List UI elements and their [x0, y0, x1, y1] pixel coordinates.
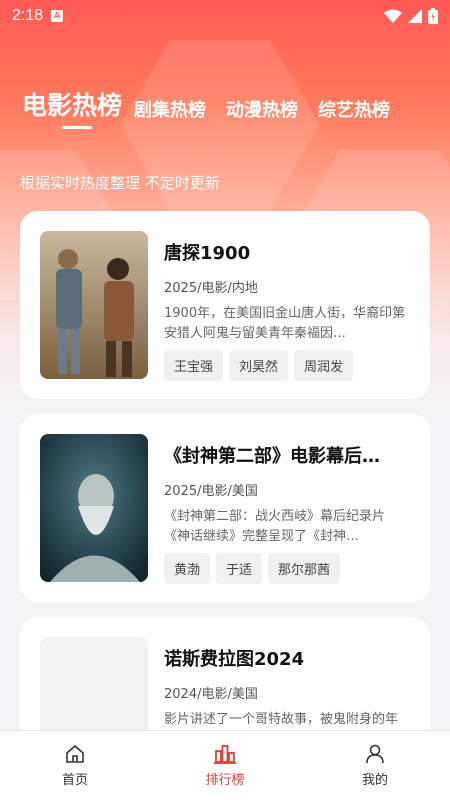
card-meta: 2025/电影/美国: [164, 484, 258, 499]
card-title: 诺斯费拉图2024: [164, 649, 305, 670]
wifi-icon: [384, 9, 402, 23]
card-title: 《封神第二部》电影幕后…: [164, 446, 380, 467]
user-icon: [366, 744, 384, 764]
cast-tag[interactable]: 刘昊然: [229, 350, 289, 381]
card-body: 《封神第二部》电影幕后… 2025/电影/美国 《封神第二部：战火西岐》幕后纪录…: [164, 442, 410, 584]
nav-label: 首页: [61, 773, 88, 788]
tab-label: 综艺热榜: [318, 100, 391, 121]
home-icon: [66, 745, 84, 763]
chart-icon: [214, 745, 236, 764]
tab-label: 电影热榜: [22, 91, 123, 120]
card-title: 唐探1900: [164, 243, 251, 264]
status-bar: 2:18 A: [0, 0, 450, 32]
nav-home[interactable]: 首页: [0, 731, 150, 800]
poster-image: [40, 231, 148, 379]
tab-series[interactable]: 剧集热榜: [134, 96, 206, 122]
battery-icon: [428, 8, 438, 24]
card-meta: 2025/电影/内地: [164, 281, 258, 296]
card-description: 《封神第二部：战火西岐》幕后纪录片《神话继续》完整呈现了《封神…: [164, 509, 386, 544]
nav-label: 排行榜: [205, 773, 245, 788]
nav-profile[interactable]: 我的: [300, 731, 450, 800]
list-subtitle: 根据实时热度整理 不定时更新: [20, 174, 220, 192]
ranking-card[interactable]: 唐探1900 2025/电影/内地 1900年，在美国旧金山唐人街，华裔印第安猎…: [20, 211, 430, 399]
signal-icon: [408, 9, 422, 23]
cast-tag[interactable]: 黄渤: [164, 553, 211, 584]
tab-anime[interactable]: 动漫热榜: [226, 96, 298, 122]
tab-label: 动漫热榜: [226, 100, 299, 121]
tab-label: 剧集热榜: [134, 100, 207, 121]
card-body: 唐探1900 2025/电影/内地 1900年，在美国旧金山唐人街，华裔印第安猎…: [164, 239, 410, 381]
tab-active-indicator: [62, 126, 92, 129]
notification-icon: A: [51, 10, 64, 22]
status-time: 2:18: [12, 7, 44, 24]
cast-tag[interactable]: 周润发: [294, 350, 354, 381]
card-meta: 2024/电影/美国: [164, 687, 258, 702]
cast-tag[interactable]: 于适: [216, 553, 263, 584]
tab-movie[interactable]: 电影热榜: [22, 86, 123, 129]
ranking-card[interactable]: 《封神第二部》电影幕后… 2025/电影/美国 《封神第二部：战火西岐》幕后纪录…: [20, 414, 430, 602]
nav-ranking[interactable]: 排行榜: [150, 731, 300, 800]
nav-label: 我的: [361, 773, 388, 788]
tag-list: 王宝强 刘昊然 周润发: [164, 350, 410, 381]
poster-image: [40, 434, 148, 582]
tag-list: 黄渤 于适 那尔那茜: [164, 553, 410, 584]
cast-tag[interactable]: 那尔那茜: [268, 553, 341, 584]
category-tabs: 电影热榜 剧集热榜 动漫热榜 综艺热榜: [22, 86, 440, 129]
cast-tag[interactable]: 王宝强: [164, 350, 224, 381]
card-description: 1900年，在美国旧金山唐人街，华裔印第安猎人阿鬼与留美青年秦福因…: [164, 306, 406, 341]
bottom-navigation: 首页 排行榜 我的: [0, 730, 450, 800]
tab-variety[interactable]: 综艺热榜: [318, 96, 390, 122]
